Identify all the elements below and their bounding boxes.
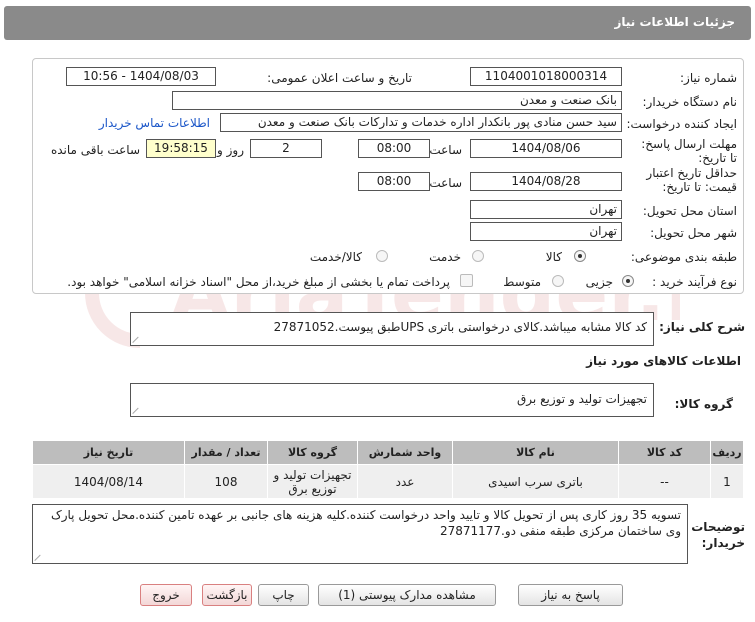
buyer-org-field: بانک صنعت و معدن <box>172 91 622 110</box>
remaining-time-label: ساعت باقی مانده <box>50 143 140 157</box>
cell-row-number: 1 <box>710 464 744 499</box>
buyer-notes-label: توضیحات خریدار: <box>691 520 745 550</box>
province-label: استان محل تحویل: <box>642 204 737 218</box>
table-header-row: ردیف کد کالا نام کالا واحد شمارش گروه کا… <box>32 440 744 465</box>
requester-field: سید حسن منادی پور بانکدار اداره خدمات و … <box>220 113 622 132</box>
header-row-number: ردیف <box>710 440 744 465</box>
back-button[interactable]: بازگشت <box>202 584 252 606</box>
category-option-goods: کالا <box>545 250 562 264</box>
cell-quantity: 108 <box>184 464 268 499</box>
header-goods-group: گروه کالا <box>267 440 358 465</box>
view-attachments-button[interactable]: مشاهده مدارک پیوستی (1) <box>318 584 496 606</box>
category-radio-service[interactable] <box>472 250 484 262</box>
need-number-field: 1104001018000314 <box>470 67 622 86</box>
validity-time-field: 08:00 <box>358 172 430 191</box>
process-label: نوع فرآیند خرید : <box>652 275 737 289</box>
goods-group-label: گروه کالا: <box>674 397 733 411</box>
resize-handle[interactable] <box>133 406 141 414</box>
announce-label: تاریخ و ساعت اعلان عمومی: <box>267 71 412 85</box>
header-unit: واحد شمارش <box>357 440 453 465</box>
header-goods-code: کد کالا <box>618 440 711 465</box>
category-radio-goods[interactable] <box>574 250 586 262</box>
city-field: تهران <box>470 222 622 241</box>
city-label: شهر محل تحویل: <box>650 226 737 240</box>
treasury-payment-note: پرداخت تمام یا بخشی از مبلغ خرید،از محل … <box>67 275 450 289</box>
resize-handle[interactable] <box>133 335 141 343</box>
cell-need-date: 1404/08/14 <box>32 464 185 499</box>
goods-info-title: اطلاعات کالاهای مورد نیاز <box>586 354 741 368</box>
goods-group-textarea: تجهیزات تولید و توزیع برق <box>130 383 654 417</box>
category-radio-goods-service[interactable] <box>376 250 388 262</box>
announce-datetime-field: 1404/08/03 - 10:56 <box>66 67 216 86</box>
page-title: جزئیات اطلاعات نیاز <box>614 15 735 29</box>
process-option-medium: متوسط <box>503 275 541 289</box>
description-textarea: کد کالا مشابه میباشد.کالای درخواستی باتر… <box>130 312 654 346</box>
process-option-minor: جزیی <box>585 275 613 289</box>
buyer-notes-textarea: تسویه 35 روز کاری پس از تحویل کالا و تای… <box>32 504 688 564</box>
reply-deadline-label: مهلت ارسال پاسخ: تا تاریخ: <box>641 137 737 165</box>
print-button[interactable]: چاپ <box>258 584 309 606</box>
days-label: روز و <box>217 143 244 157</box>
reply-date-field: 1404/08/06 <box>470 139 622 158</box>
buyer-org-label: نام دستگاه خریدار: <box>642 95 738 109</box>
requester-label: ایجاد کننده درخواست: <box>626 117 737 131</box>
page-header: جزئیات اطلاعات نیاز <box>4 6 751 40</box>
validity-time-label: ساعت <box>429 176 462 190</box>
header-goods-name: نام کالا <box>452 440 619 465</box>
treasury-payment-checkbox[interactable] <box>460 274 473 287</box>
cell-goods-name: باتری سرب اسیدی <box>452 464 619 499</box>
category-label: طبقه بندی موضوعی: <box>630 250 737 264</box>
cell-unit: عدد <box>357 464 453 499</box>
process-radio-medium[interactable] <box>552 275 564 287</box>
reply-time-label: ساعت <box>429 143 462 157</box>
cell-goods-group: تجهیزات تولید و توزیع برق <box>267 464 358 499</box>
table-row: 1 -- باتری سرب اسیدی عدد تجهیزات تولید و… <box>32 464 744 499</box>
need-number-label: شماره نیاز: <box>680 71 737 85</box>
reply-time-field: 08:00 <box>358 139 430 158</box>
process-radio-minor[interactable] <box>622 275 634 287</box>
cell-goods-code: -- <box>618 464 711 499</box>
description-label: شرح کلی نیاز: <box>659 320 745 334</box>
goods-group-text: تجهیزات تولید و توزیع برق <box>517 392 647 406</box>
buyer-contact-link[interactable]: اطلاعات تماس خریدار <box>99 116 210 130</box>
province-field: تهران <box>470 200 622 219</box>
validity-date-field: 1404/08/28 <box>470 172 622 191</box>
category-option-service: خدمت <box>429 250 461 264</box>
reply-button[interactable]: پاسخ به نیاز <box>518 584 623 606</box>
buyer-notes-text: تسویه 35 روز کاری پس از تحویل کالا و تای… <box>50 508 681 538</box>
resize-handle[interactable] <box>35 553 43 561</box>
exit-button[interactable]: خروج <box>140 584 192 606</box>
category-option-goods-service: کالا/خدمت <box>309 250 362 264</box>
remaining-time-field: 19:58:15 <box>146 139 216 158</box>
description-text: کد کالا مشابه میباشد.کالای درخواستی باتر… <box>273 320 647 334</box>
min-validity-label: حداقل تاریخ اعتبار قیمت: تا تاریخ: <box>646 166 737 194</box>
header-need-date: تاریخ نیاز <box>32 440 185 465</box>
header-quantity: تعداد / مقدار <box>184 440 268 465</box>
days-remaining-field: 2 <box>250 139 322 158</box>
goods-table: ردیف کد کالا نام کالا واحد شمارش گروه کا… <box>32 440 744 499</box>
